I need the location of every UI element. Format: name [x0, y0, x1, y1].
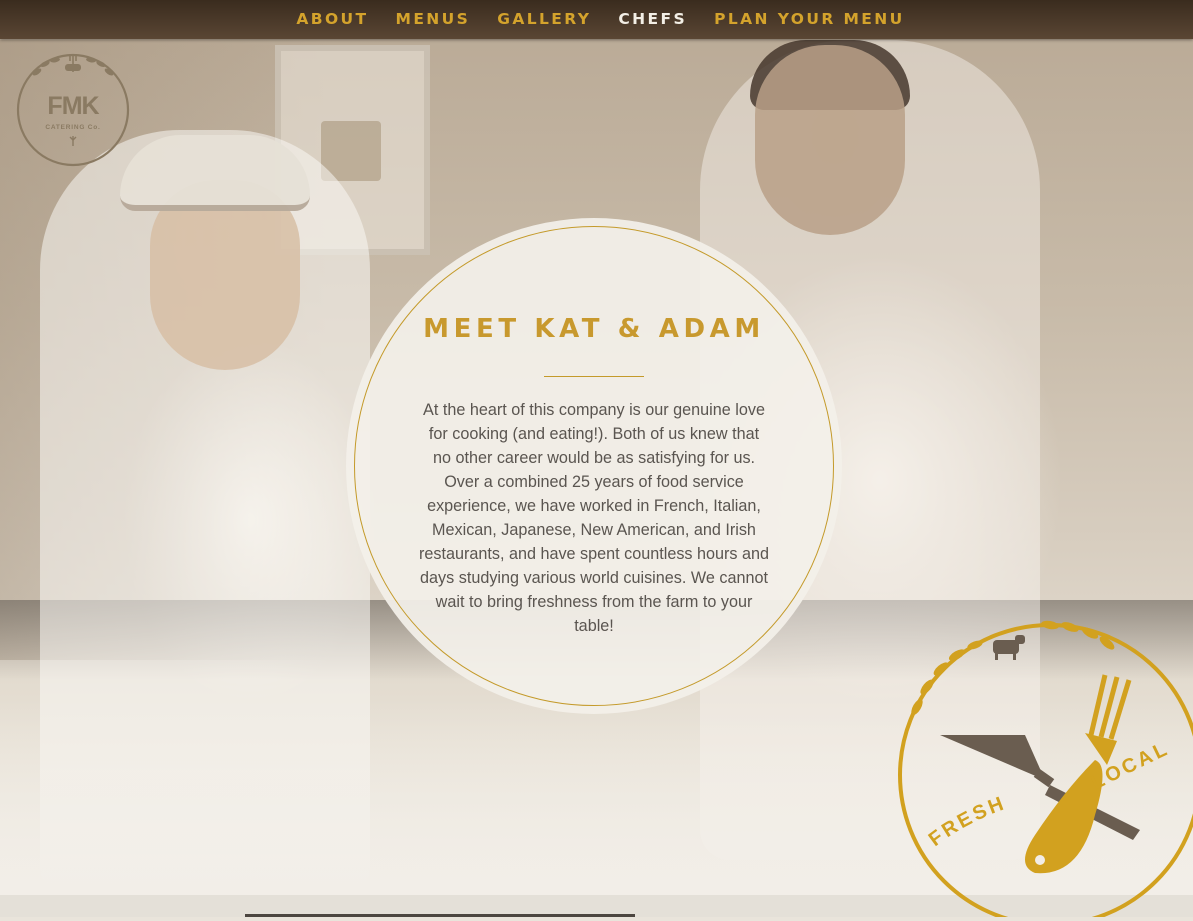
nav-link-gallery[interactable]: GALLERY [497, 10, 591, 28]
fmk-logo[interactable]: FMK CATERING Co. [15, 50, 131, 168]
logo-subtext: CATERING Co. [45, 124, 100, 131]
badge-word-fresh: FRESH [925, 792, 1010, 851]
intro-body: At the heart of this company is our genu… [418, 401, 770, 635]
fmk-logo-emblem: FMK CATERING Co. [16, 53, 130, 167]
wheat-sprig-icon [69, 136, 77, 146]
cow-icon [993, 635, 1025, 660]
top-navigation: ABOUT MENUS GALLERY CHEFS PLAN YOUR MENU [0, 0, 1193, 39]
fresh-local-emblem: FRESH LOCAL [898, 620, 1193, 921]
nav-link-about[interactable]: ABOUT [296, 10, 368, 28]
intro-heading: MEET KAT & ADAM [423, 314, 765, 344]
nav-links: ABOUT MENUS GALLERY CHEFS PLAN YOUR MENU [0, 0, 1193, 28]
intro-circle: MEET KAT & ADAM At the heart of this com… [346, 218, 842, 714]
wheat-icon [911, 620, 1115, 716]
pig-icon [65, 64, 81, 71]
intro-divider [544, 376, 644, 377]
nav-link-chefs[interactable]: CHEFS [618, 10, 687, 28]
fresh-local-badge: FRESH LOCAL [895, 615, 1193, 921]
nav-link-menus[interactable]: MENUS [396, 10, 471, 28]
logo-text: FMK [47, 92, 99, 120]
chef-adam-face [755, 45, 905, 235]
chef-kat-bandana [120, 135, 310, 211]
nav-link-plan-your-menu[interactable]: PLAN YOUR MENU [714, 10, 905, 28]
